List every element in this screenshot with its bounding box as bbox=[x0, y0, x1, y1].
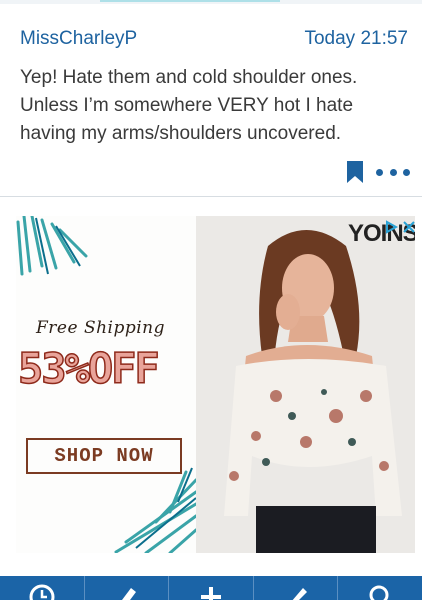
adchoices-icon[interactable] bbox=[384, 220, 398, 234]
ad-banner[interactable]: Free Shipping 53%OFF SHOP NOW YOINS bbox=[16, 216, 415, 553]
tab-clock[interactable] bbox=[0, 576, 85, 610]
plus-icon bbox=[200, 587, 221, 607]
tab-compose[interactable] bbox=[85, 576, 170, 608]
bottom-toolbar bbox=[0, 576, 422, 610]
free-shipping-text: Free Shipping bbox=[36, 318, 166, 338]
top-strip bbox=[0, 0, 422, 4]
tab-search[interactable] bbox=[338, 576, 422, 609]
discount-text: 53%OFF bbox=[17, 343, 160, 394]
post-author[interactable]: MissCharleyP bbox=[20, 28, 137, 50]
close-icon[interactable] bbox=[402, 220, 415, 234]
model-illustration bbox=[196, 216, 415, 553]
palm-leaf-top bbox=[16, 216, 88, 276]
more-icon[interactable] bbox=[376, 167, 410, 177]
ad-model-photo bbox=[196, 216, 415, 553]
bookmark-icon[interactable] bbox=[346, 160, 364, 184]
post-card: MissCharleyP Today 21:57 Yep! Hate them … bbox=[0, 6, 422, 194]
tab-pin[interactable] bbox=[254, 576, 339, 609]
post-timestamp: Today 21:57 bbox=[304, 28, 408, 49]
tab-new[interactable] bbox=[169, 576, 254, 607]
search-icon bbox=[369, 585, 392, 609]
shop-now-button[interactable]: SHOP NOW bbox=[26, 438, 182, 474]
clock-icon bbox=[29, 584, 55, 610]
ad-promo-panel: Free Shipping 53%OFF SHOP NOW bbox=[16, 216, 196, 553]
post-body: Yep! Hate them and cold shoulder ones. U… bbox=[20, 67, 358, 144]
pencil-icon bbox=[119, 588, 137, 608]
divider bbox=[0, 196, 422, 197]
pin-icon bbox=[285, 588, 307, 609]
